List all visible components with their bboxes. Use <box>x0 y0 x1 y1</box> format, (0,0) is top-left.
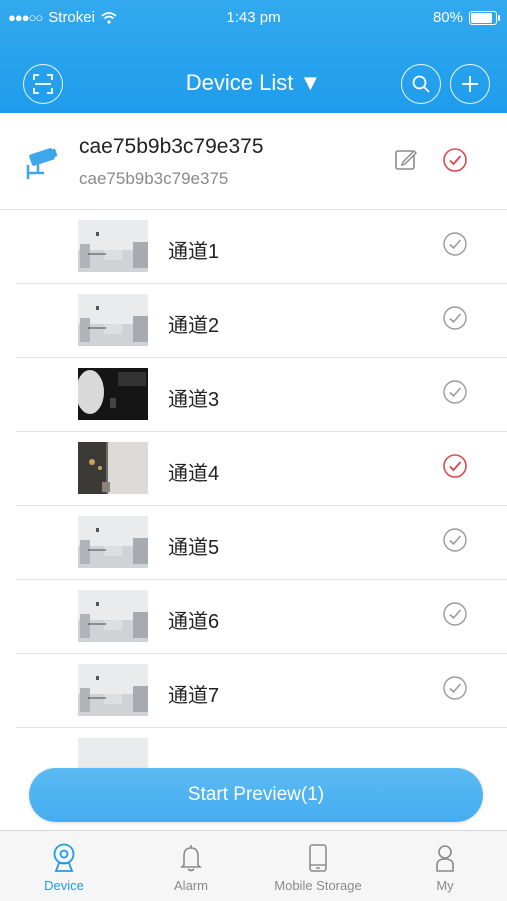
channel-thumbnail <box>78 664 148 716</box>
check-circle-icon[interactable] <box>442 231 468 257</box>
channel-label: 通道4 <box>168 463 220 485</box>
check-circle-icon[interactable] <box>442 601 468 627</box>
check-circle-icon[interactable] <box>442 305 468 331</box>
check-circle-icon[interactable] <box>442 379 468 405</box>
tab-mobile-storage-label: Mobile Storage <box>274 878 362 893</box>
channel-row-5[interactable]: 通道5 <box>0 506 507 580</box>
start-preview-button[interactable]: Start Preview(1) <box>29 768 483 822</box>
search-icon <box>412 75 430 93</box>
phone-icon <box>309 844 327 872</box>
check-circle-icon[interactable] <box>442 527 468 553</box>
channel-row-3[interactable]: 通道3 <box>0 358 507 432</box>
bell-icon <box>180 845 202 872</box>
channel-row-4[interactable]: 通道4 <box>0 432 507 506</box>
device-row[interactable]: cae75b9b3c79e375 cae75b9b3c79e375 <box>0 113 507 210</box>
person-icon <box>436 845 454 872</box>
status-time: 1:43 pm <box>226 9 281 26</box>
channel-row-1[interactable]: 通道1 <box>0 210 507 284</box>
device-name: cae75b9b3c79e375 <box>79 135 264 158</box>
add-device-button[interactable] <box>450 64 490 104</box>
search-button[interactable] <box>401 64 441 104</box>
channel-label: 通道3 <box>168 389 220 411</box>
channel-label: 通道7 <box>168 685 220 707</box>
channel-thumbnail <box>78 442 148 494</box>
tab-mobile-storage[interactable]: Mobile Storage <box>255 831 381 901</box>
channel-row-7[interactable]: 通道7 <box>0 654 507 728</box>
status-bar: ●●●○○ Strokei 1:43 pm 80% <box>0 0 507 34</box>
channel-thumbnail <box>78 368 148 420</box>
channel-label: 通道2 <box>168 315 220 337</box>
device-selected-check-icon[interactable] <box>442 147 468 173</box>
device-icon <box>53 843 75 872</box>
tab-device-label: Device <box>44 878 84 893</box>
tab-alarm[interactable]: Alarm <box>128 831 254 901</box>
channel-thumbnail <box>78 294 148 346</box>
tab-alarm-label: Alarm <box>174 878 208 893</box>
tab-my-label: My <box>436 878 454 893</box>
channel-thumbnail <box>78 516 148 568</box>
tab-device[interactable]: Device <box>1 831 127 901</box>
check-circle-selected-icon[interactable] <box>442 453 468 479</box>
channel-row-2[interactable]: 通道2 <box>0 284 507 358</box>
tab-bar: Device Alarm Mobile Storage My <box>0 830 507 901</box>
channel-label: 通道6 <box>168 611 220 633</box>
check-circle-icon[interactable] <box>442 675 468 701</box>
camera-icon <box>26 148 58 179</box>
edit-icon[interactable] <box>394 147 418 171</box>
channel-thumbnail <box>78 220 148 272</box>
channel-label: 通道5 <box>168 537 220 559</box>
battery-percent: 80% <box>432 9 463 26</box>
battery-icon <box>469 10 500 25</box>
device-serial: cae75b9b3c79e375 <box>79 169 229 188</box>
tab-my[interactable]: My <box>382 831 507 901</box>
channel-row-6[interactable]: 通道6 <box>0 580 507 654</box>
plus-icon <box>462 76 478 92</box>
channel-thumbnail <box>78 590 148 642</box>
channel-label: 通道1 <box>168 241 220 263</box>
app-header: ●●●○○ Strokei 1:43 pm 80% Device List ▼ <box>0 0 507 113</box>
